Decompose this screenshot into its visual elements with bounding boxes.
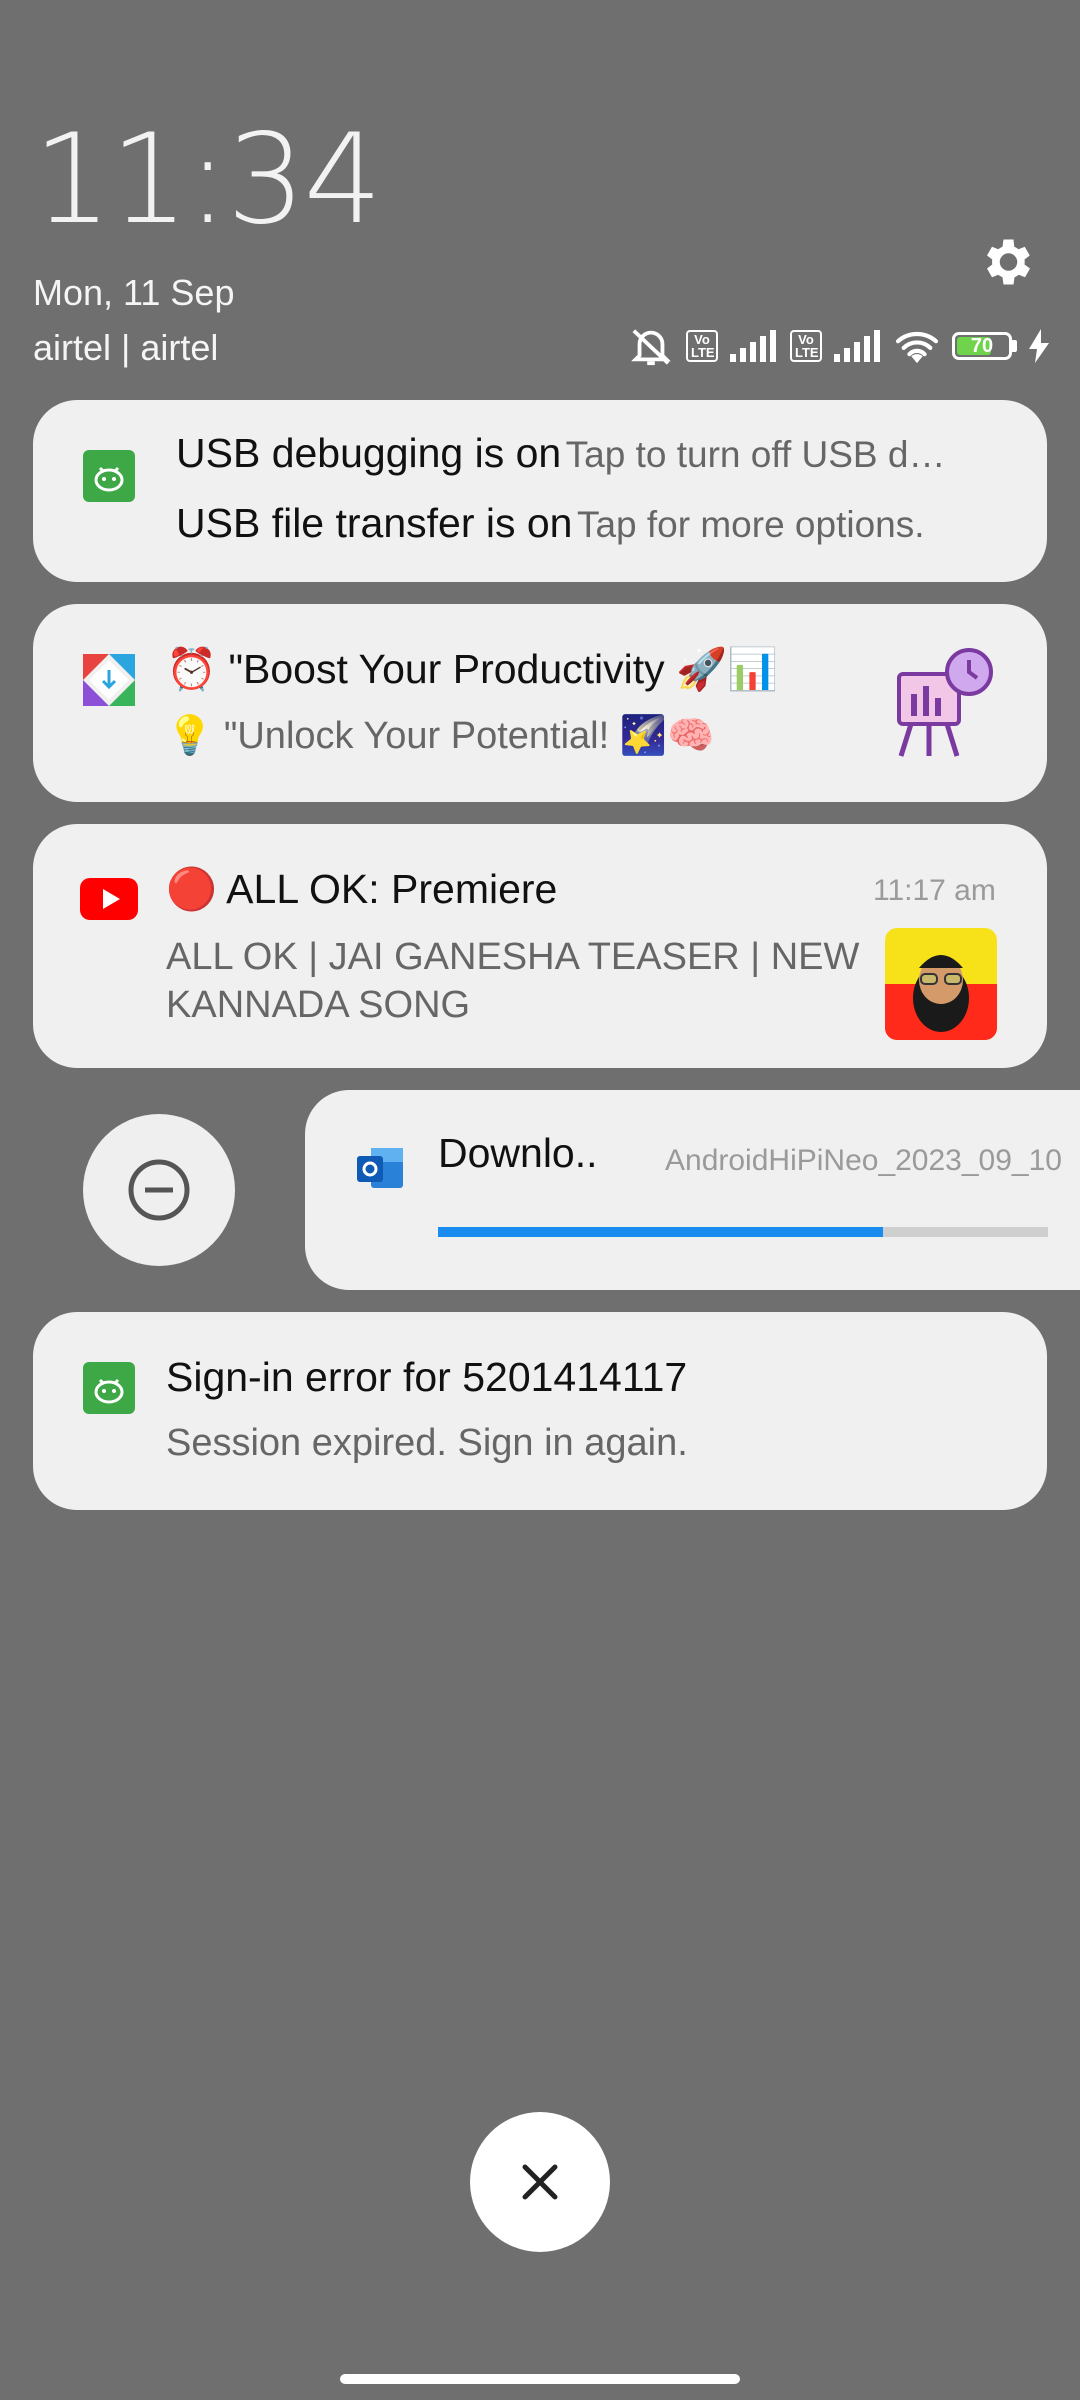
clear-all-button[interactable] bbox=[470, 2112, 610, 2252]
signal-icon bbox=[834, 330, 880, 362]
gear-icon[interactable] bbox=[976, 232, 1036, 292]
signin-error-text: Session expired. Sign in again. bbox=[166, 1422, 688, 1464]
lockscreen-clock: 11:34 bbox=[33, 108, 382, 252]
download-filename: AndroidHiPiNeo_2023_09_10 bbox=[665, 1144, 1062, 1177]
outlook-icon bbox=[357, 1148, 403, 1188]
youtube-icon bbox=[80, 878, 138, 920]
notification-signin-error[interactable]: Sign-in error for 5201414117 Session exp… bbox=[33, 1312, 1047, 1510]
status-bar-icons: Vo LTE Vo LTE 70 bbox=[628, 325, 1049, 367]
productivity-text: 💡 "Unlock Your Potential! 🌠🧠 bbox=[166, 715, 715, 757]
app-download-icon bbox=[83, 654, 135, 706]
dismiss-notification-button[interactable] bbox=[83, 1114, 235, 1266]
video-thumbnail bbox=[885, 928, 997, 1040]
signal-icon bbox=[730, 330, 776, 362]
notification-youtube[interactable]: 🔴 ALL OK: Premiere 11:17 am ALL OK | JAI… bbox=[33, 824, 1047, 1068]
youtube-title: 🔴 ALL OK: Premiere bbox=[166, 866, 558, 912]
battery-icon: 70 bbox=[952, 332, 1017, 360]
notification-usb[interactable]: USB debugging is on Tap to turn off USB … bbox=[33, 400, 1047, 582]
android-app-icon bbox=[83, 1362, 135, 1414]
volte-icon: Vo LTE bbox=[790, 330, 822, 362]
productivity-title: ⏰ "Boost Your Productivity 🚀📊 bbox=[166, 646, 779, 692]
usb-debugging-row: USB debugging is on Tap to turn off USB … bbox=[176, 430, 1026, 477]
youtube-text-line1: ALL OK | JAI GANESHA TEASER | NEW bbox=[166, 936, 860, 978]
signin-error-title: Sign-in error for 5201414117 bbox=[166, 1354, 688, 1400]
notification-download[interactable]: Downlo.. AndroidHiPiNeo_2023_09_10 bbox=[305, 1090, 1080, 1290]
download-progress-fill bbox=[438, 1227, 884, 1237]
carrier-label: airtel | airtel bbox=[33, 327, 219, 368]
download-progress-bar bbox=[438, 1227, 1048, 1237]
notification-productivity[interactable]: ⏰ "Boost Your Productivity 🚀📊 💡 "Unlock … bbox=[33, 604, 1047, 802]
volte-icon: Vo LTE bbox=[686, 330, 718, 362]
youtube-text-line2: KANNADA SONG bbox=[166, 984, 471, 1026]
usb-debugging-text: Tap to turn off USB d… bbox=[565, 434, 946, 475]
charging-bolt-icon bbox=[1029, 329, 1049, 363]
usb-transfer-title: USB file transfer is on bbox=[176, 500, 573, 546]
android-debug-icon bbox=[83, 450, 135, 502]
presentation-board-icon bbox=[897, 648, 993, 757]
wifi-icon bbox=[895, 331, 939, 364]
home-indicator[interactable] bbox=[340, 2374, 740, 2384]
minus-circle-icon bbox=[128, 1159, 190, 1221]
date-label: Mon, 11 Sep bbox=[33, 272, 235, 313]
download-title: Downlo.. bbox=[438, 1130, 598, 1176]
usb-transfer-text: Tap for more options. bbox=[576, 504, 925, 545]
battery-level: 70 bbox=[970, 335, 994, 357]
close-icon bbox=[522, 2164, 558, 2200]
usb-debugging-title: USB debugging is on bbox=[176, 430, 562, 476]
youtube-timestamp: 11:17 am bbox=[873, 874, 996, 907]
mute-bell-icon bbox=[631, 329, 671, 366]
usb-transfer-row: USB file transfer is on Tap for more opt… bbox=[176, 500, 1026, 547]
